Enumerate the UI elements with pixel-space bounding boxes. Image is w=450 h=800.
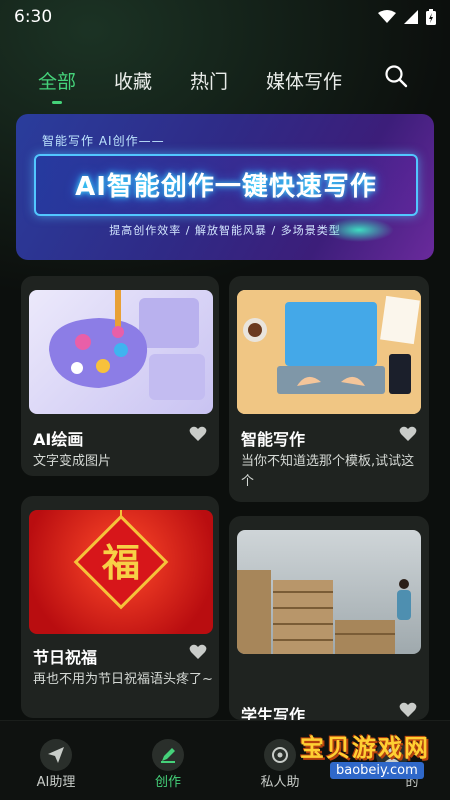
promo-banner[interactable]: 智能写作 AI创作—— AI智能创作一键快速写作 提高创作效率 / 解放智能风暴…	[16, 114, 434, 260]
heart-icon	[399, 702, 417, 717]
heart-icon	[189, 644, 207, 659]
search-button[interactable]	[384, 64, 408, 92]
nav-label: 创作	[154, 775, 181, 790]
card-description: 文字变成图片	[33, 454, 112, 469]
heart-icon	[399, 426, 417, 441]
ai-drawing-image	[29, 290, 213, 414]
nav-ai-assistant[interactable]: AI助理	[0, 721, 112, 800]
student-writing-image	[237, 530, 421, 654]
card-description: 当你不知道选那个模板,试试这个	[241, 454, 415, 489]
battery-icon	[426, 9, 436, 25]
nav-icon-circle	[152, 739, 184, 771]
card-festival-wishes[interactable]: 福 节日祝福 再也不用为节日祝福语头疼了~	[21, 496, 219, 718]
palette-illustration	[49, 290, 205, 400]
paper-plane-icon	[48, 747, 64, 763]
banner-headline: AI智能创作一键快速写作	[75, 172, 377, 202]
favorite-button[interactable]	[189, 644, 207, 664]
card-student-writing[interactable]: 学生写作	[229, 516, 429, 725]
watermark-url: baobeiy.com	[330, 762, 424, 779]
tab-media-writing[interactable]: 媒体写作	[266, 67, 342, 94]
books-illustration	[237, 570, 411, 654]
nav-creation[interactable]: 创作	[112, 721, 224, 800]
banner-top-line: 智能写作 AI创作——	[42, 134, 165, 148]
card-smart-writing[interactable]: 智能写作 当你不知道选那个模板,试试这个	[229, 276, 429, 502]
smart-writing-image	[237, 290, 421, 414]
favorite-button[interactable]	[189, 426, 207, 446]
tab-popular[interactable]: 热门	[190, 67, 228, 94]
category-tabs: 全部 收藏 热门 媒体写作	[0, 56, 450, 104]
status-bar: 6:30	[0, 0, 450, 34]
card-title: 节日祝福	[33, 648, 98, 667]
festival-wishes-image: 福	[29, 510, 213, 634]
card-title: AI绘画	[33, 430, 84, 449]
signal-icon	[404, 10, 418, 24]
tab-favorites[interactable]: 收藏	[114, 67, 152, 94]
card-ai-drawing[interactable]: AI绘画 文字变成图片	[21, 276, 219, 476]
pen-icon	[161, 748, 175, 763]
wifi-icon	[378, 10, 396, 23]
search-icon	[385, 65, 408, 88]
nav-icon-circle	[40, 739, 72, 771]
banner-glow	[324, 218, 394, 242]
status-icons	[378, 9, 436, 25]
fu-illustration: 福	[73, 510, 169, 610]
heart-icon	[189, 426, 207, 441]
watermark-text: 宝贝游戏网	[300, 734, 430, 762]
card-title: 智能写作	[241, 430, 306, 449]
favorite-button[interactable]	[399, 426, 417, 446]
nav-label: AI助理	[36, 775, 76, 790]
status-time: 6:30	[14, 7, 53, 27]
favorite-button[interactable]	[399, 702, 417, 722]
banner-frame: AI智能创作一键快速写作	[34, 154, 418, 216]
watermark: 宝贝游戏网 baobeiy.com	[292, 722, 442, 788]
tab-all[interactable]: 全部	[38, 67, 76, 104]
fu-character: 福	[101, 540, 140, 585]
laptop-illustration	[237, 290, 421, 414]
assistant-icon	[272, 747, 288, 763]
card-description: 再也不用为节日祝福语头疼了~	[33, 672, 213, 687]
